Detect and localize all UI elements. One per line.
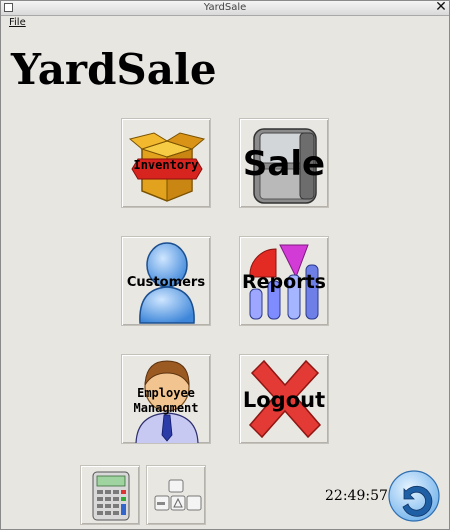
calculator-icon xyxy=(92,471,130,521)
reports-label: Reports xyxy=(242,271,326,293)
employee-management-label: Employee Managment xyxy=(122,386,210,416)
close-icon[interactable]: ✕ xyxy=(435,0,447,14)
sale-label: Sale xyxy=(242,144,326,184)
inventory-button[interactable]: Inventory xyxy=(121,118,211,208)
customers-label: Customers xyxy=(126,275,206,290)
window-title: YardSale xyxy=(203,2,247,13)
keyboard-button[interactable] xyxy=(146,465,206,525)
customers-button[interactable]: Customers xyxy=(121,236,211,326)
inventory-label: Inventory xyxy=(133,158,199,172)
keyboard-icon xyxy=(154,479,202,511)
calculator-button[interactable] xyxy=(80,465,140,525)
logout-button[interactable]: Logout xyxy=(239,354,329,444)
logout-label: Logout xyxy=(242,388,326,412)
undo-arrow-icon xyxy=(388,470,440,522)
clock-display: 22:49:57 xyxy=(325,488,388,504)
reports-button[interactable]: Reports xyxy=(239,236,329,326)
employee-label-line2: Managment xyxy=(133,401,199,415)
menu-file[interactable]: File xyxy=(9,17,26,28)
app-window: YardSale ✕ File YardSale Inventory Sale xyxy=(0,0,450,530)
sale-button[interactable]: Sale xyxy=(239,118,329,208)
back-button[interactable] xyxy=(387,469,441,523)
menu-bar: File xyxy=(1,16,449,30)
employee-label-line1: Employee xyxy=(137,386,195,400)
app-title: YardSale xyxy=(11,45,217,94)
title-bar: YardSale ✕ xyxy=(1,0,449,16)
employee-management-button[interactable]: Employee Managment xyxy=(121,354,211,444)
